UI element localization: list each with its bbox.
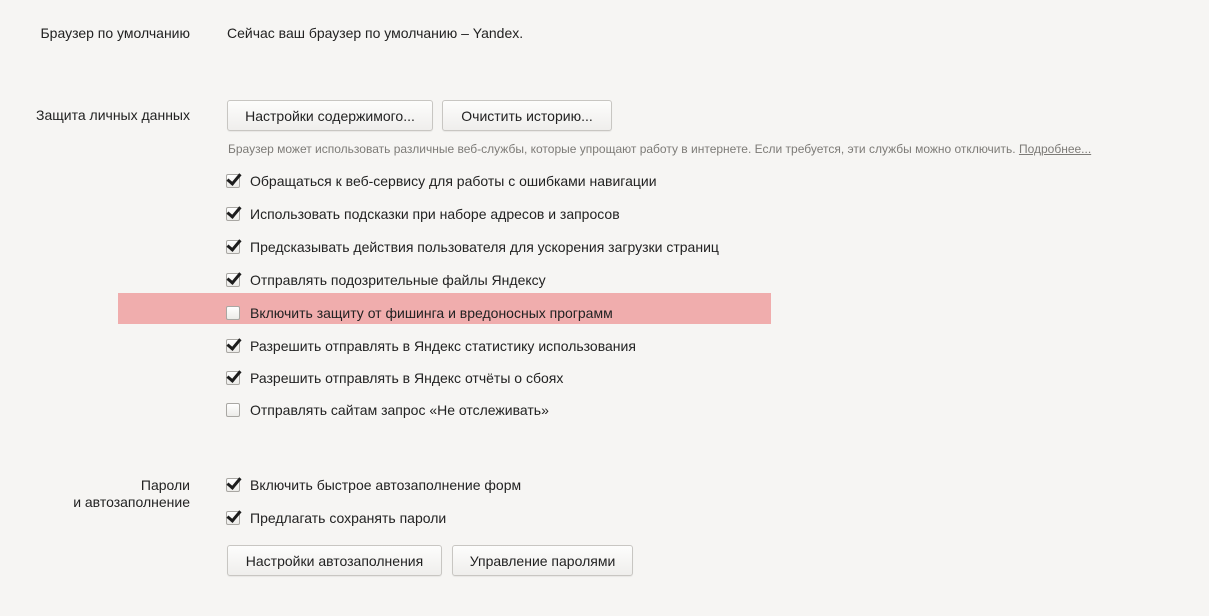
privacy-description: Браузер может использовать различные веб…	[228, 142, 1091, 157]
passwords-label-line2: и автозаполнение	[73, 494, 190, 510]
checkbox-suspicious-files[interactable]	[226, 273, 240, 287]
manage-passwords-button[interactable]: Управление паролями	[452, 545, 633, 576]
checkbox-save-passwords[interactable]	[226, 511, 240, 525]
option-address-suggestions[interactable]: Использовать подсказки при наборе адресо…	[226, 204, 620, 224]
default-browser-status: Сейчас ваш браузер по умолчанию – Yandex…	[227, 25, 524, 41]
checkbox-predict-actions[interactable]	[226, 240, 240, 254]
default-browser-label: Браузер по умолчанию	[40, 25, 190, 41]
option-usage-statistics[interactable]: Разрешить отправлять в Яндекс статистику…	[226, 336, 636, 356]
option-navigation-errors[interactable]: Обращаться к веб-сервису для работы с ош…	[226, 171, 657, 191]
option-crash-reports[interactable]: Разрешить отправлять в Яндекс отчёты о с…	[226, 368, 563, 388]
checkbox-phishing-protection[interactable]	[226, 306, 240, 320]
passwords-label: Пароли и автозаполнение	[73, 477, 190, 511]
option-usage-statistics-label: Разрешить отправлять в Яндекс статистику…	[250, 338, 636, 354]
checkbox-form-autofill[interactable]	[226, 478, 240, 492]
option-save-passwords-label: Предлагать сохранять пароли	[250, 510, 447, 526]
clear-history-button[interactable]: Очистить историю...	[442, 100, 612, 131]
option-phishing-protection[interactable]: Включить защиту от фишинга и вредоносных…	[226, 303, 613, 323]
option-do-not-track-label: Отправлять сайтам запрос «Не отслеживать…	[250, 402, 549, 418]
option-navigation-errors-label: Обращаться к веб-сервису для работы с ош…	[250, 173, 657, 189]
settings-page: Браузер по умолчанию Сейчас ваш браузер …	[0, 0, 1209, 616]
option-form-autofill-label: Включить быстрое автозаполнение форм	[250, 477, 522, 493]
content-settings-button[interactable]: Настройки содержимого...	[227, 100, 433, 131]
option-phishing-protection-label: Включить защиту от фишинга и вредоносных…	[250, 305, 613, 321]
option-form-autofill[interactable]: Включить быстрое автозаполнение форм	[226, 475, 521, 495]
option-save-passwords[interactable]: Предлагать сохранять пароли	[226, 508, 446, 528]
option-crash-reports-label: Разрешить отправлять в Яндекс отчёты о с…	[250, 370, 564, 386]
privacy-label: Защита личных данных	[36, 107, 190, 123]
option-predict-actions-label: Предсказывать действия пользователя для …	[250, 239, 719, 255]
option-suspicious-files[interactable]: Отправлять подозрительные файлы Яндексу	[226, 270, 546, 290]
checkbox-address-suggestions[interactable]	[226, 207, 240, 221]
more-info-link[interactable]: Подробнее...	[1019, 142, 1091, 156]
option-predict-actions[interactable]: Предсказывать действия пользователя для …	[226, 237, 719, 257]
option-address-suggestions-label: Использовать подсказки при наборе адресо…	[250, 206, 620, 222]
checkbox-do-not-track[interactable]	[226, 403, 240, 417]
option-suspicious-files-label: Отправлять подозрительные файлы Яндексу	[250, 272, 546, 288]
checkbox-crash-reports[interactable]	[226, 371, 240, 385]
autofill-settings-button[interactable]: Настройки автозаполнения	[227, 545, 442, 576]
option-do-not-track[interactable]: Отправлять сайтам запрос «Не отслеживать…	[226, 400, 549, 420]
checkbox-navigation-errors[interactable]	[226, 174, 240, 188]
passwords-label-line1: Пароли	[140, 477, 190, 493]
checkbox-usage-statistics[interactable]	[226, 339, 240, 353]
privacy-description-text: Браузер может использовать различные веб…	[228, 142, 1016, 156]
